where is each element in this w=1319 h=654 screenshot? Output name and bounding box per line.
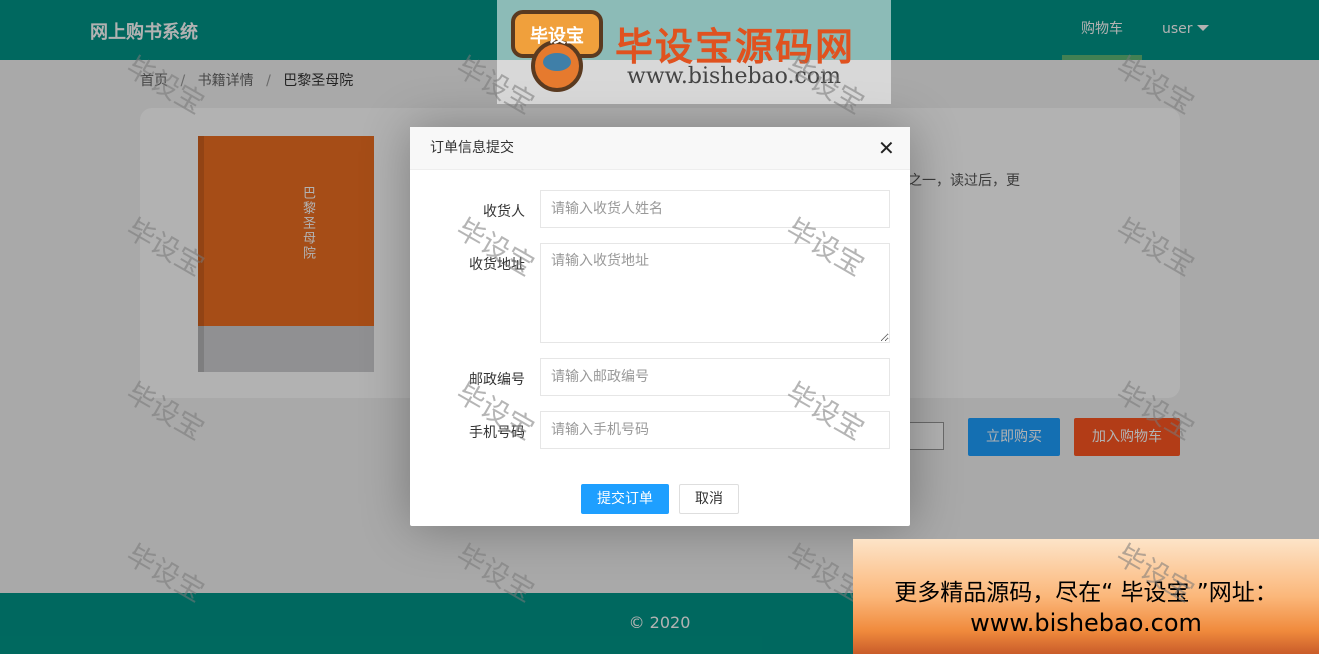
order-modal: 订单信息提交 ✕ 收货人 收货地址 邮政编号 手机号码 提交订单 取消 xyxy=(410,127,910,526)
receiver-input[interactable] xyxy=(540,190,890,228)
watermark-promo-line2: www.bishebao.com xyxy=(970,609,1202,637)
watermark-promo-banner: 更多精品源码，尽在“ 毕设宝 ”网址： www.bishebao.com xyxy=(853,539,1319,654)
cancel-button[interactable]: 取消 xyxy=(679,484,739,514)
zip-input[interactable] xyxy=(540,358,890,396)
watermark-promo-line1: 更多精品源码，尽在“ 毕设宝 ”网址： xyxy=(894,580,1278,606)
watermark-logo-text: 毕设宝 xyxy=(530,25,584,47)
modal-title: 订单信息提交 xyxy=(410,127,910,170)
close-icon[interactable]: ✕ xyxy=(878,138,895,158)
submit-order-button[interactable]: 提交订单 xyxy=(581,484,669,514)
